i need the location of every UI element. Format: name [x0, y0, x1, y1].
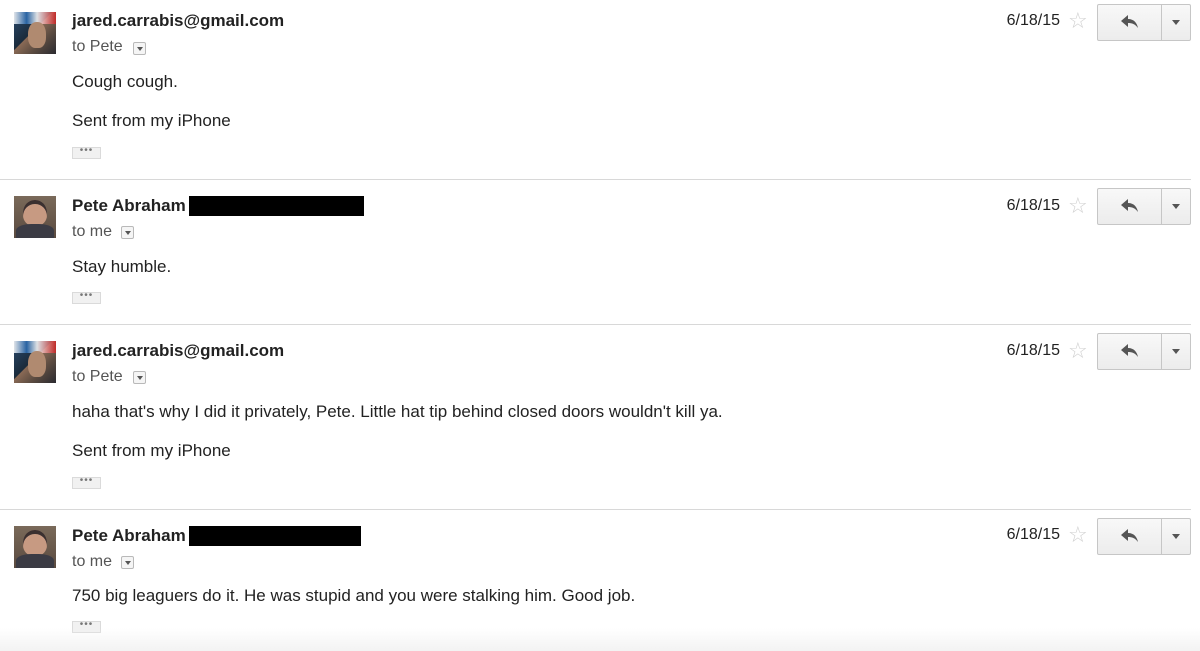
star-icon[interactable]: ☆ — [1068, 524, 1088, 546]
message-signature: Sent from my iPhone — [72, 441, 231, 460]
reply-icon — [1121, 199, 1138, 212]
redacted-email — [189, 196, 364, 216]
recipient-details-toggle[interactable] — [133, 42, 146, 55]
reply-button[interactable] — [1098, 189, 1161, 224]
more-actions-button[interactable] — [1162, 519, 1190, 554]
message-divider — [0, 324, 1191, 325]
reply-icon — [1121, 529, 1138, 542]
avatar[interactable] — [14, 196, 56, 238]
reply-button-group — [1097, 188, 1191, 225]
sender-name[interactable]: jared.carrabis@gmail.com — [72, 341, 284, 361]
message-body-line: Stay humble. — [72, 257, 172, 276]
show-trimmed-content-button[interactable]: ••• — [72, 146, 101, 159]
message-date: 6/18/15 — [1006, 526, 1060, 543]
message-date: 6/18/15 — [1006, 197, 1060, 214]
reply-icon — [1121, 15, 1138, 28]
message-body-line: haha that's why I did it privately, Pete… — [72, 402, 723, 421]
message-date: 6/18/15 — [1006, 12, 1060, 29]
redacted-email — [189, 526, 361, 546]
avatar[interactable] — [14, 12, 56, 54]
reply-button-group — [1097, 518, 1191, 555]
reply-icon — [1121, 344, 1138, 357]
recipient-line: to Pete — [72, 368, 123, 385]
recipient-details-toggle[interactable] — [121, 226, 134, 239]
star-icon[interactable]: ☆ — [1068, 195, 1088, 217]
reply-button-group — [1097, 4, 1191, 41]
recipient-details-toggle[interactable] — [121, 556, 134, 569]
message-divider — [0, 509, 1191, 510]
avatar[interactable] — [14, 526, 56, 568]
recipient-line: to me — [72, 553, 113, 570]
bottom-fade — [0, 628, 1200, 651]
star-icon[interactable]: ☆ — [1068, 340, 1088, 362]
show-trimmed-content-button[interactable]: ••• — [72, 476, 101, 489]
show-trimmed-content-button[interactable]: ••• — [72, 291, 101, 304]
avatar[interactable] — [14, 341, 56, 383]
sender-name[interactable]: jared.carrabis@gmail.com — [72, 11, 284, 31]
sender-name[interactable]: Pete Abraham — [72, 526, 186, 546]
message-date: 6/18/15 — [1006, 342, 1060, 359]
star-icon[interactable]: ☆ — [1068, 10, 1088, 32]
recipient-line: to Pete — [72, 38, 123, 55]
more-actions-button[interactable] — [1162, 189, 1190, 224]
more-actions-button[interactable] — [1162, 5, 1190, 40]
message-body-line: Cough cough. — [72, 72, 178, 91]
message-signature: Sent from my iPhone — [72, 111, 231, 130]
sender-name[interactable]: Pete Abraham — [72, 196, 186, 216]
reply-button-group — [1097, 333, 1191, 370]
email-thread: jared.carrabis@gmail.com to Pete Cough c… — [0, 0, 1200, 651]
reply-button[interactable] — [1098, 5, 1161, 40]
reply-button[interactable] — [1098, 334, 1161, 369]
more-actions-button[interactable] — [1162, 334, 1190, 369]
recipient-line: to me — [72, 223, 113, 240]
message-body-line: 750 big leaguers do it. He was stupid an… — [72, 586, 636, 605]
recipient-details-toggle[interactable] — [133, 371, 146, 384]
reply-button[interactable] — [1098, 519, 1161, 554]
message-divider — [0, 179, 1191, 180]
